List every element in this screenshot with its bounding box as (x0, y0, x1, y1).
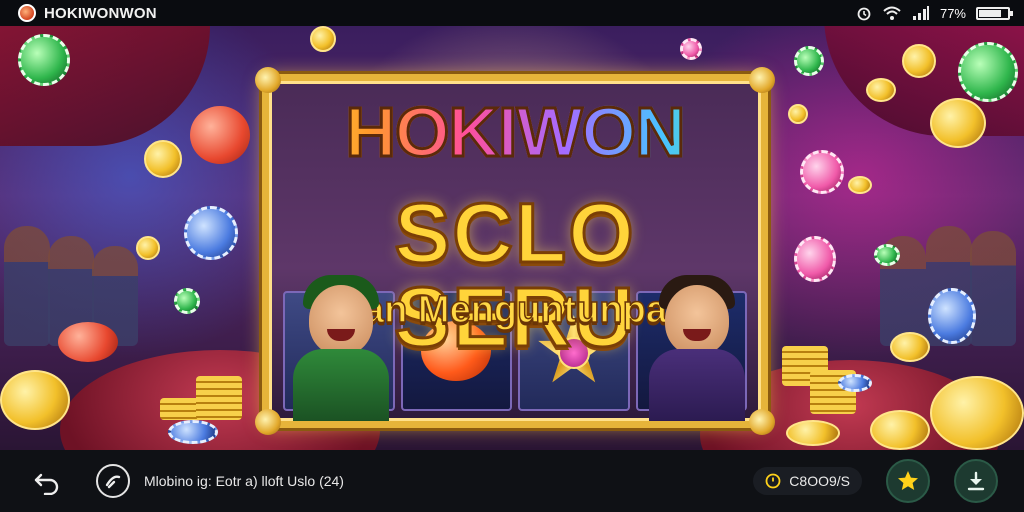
large-green-chip (958, 42, 1018, 102)
game-controller-icon[interactable] (96, 464, 130, 498)
signal-icon (912, 6, 929, 20)
battery-level (979, 9, 1001, 17)
pink-chip (794, 236, 836, 282)
star-icon (898, 471, 918, 490)
alarm-icon (857, 7, 871, 21)
small-green-chip (874, 244, 900, 266)
blue-chip (928, 288, 976, 344)
favorite-button[interactable] (886, 459, 930, 503)
gold-coin (848, 176, 872, 194)
character-left (285, 271, 397, 421)
slot-game-panel[interactable]: HOKIWON SCLO SERU dan Menguntunpan (262, 74, 768, 428)
gold-coin (890, 332, 930, 362)
gold-coin (310, 26, 336, 52)
coin-stack (196, 376, 242, 420)
frame-ornament (255, 67, 281, 93)
blue-chip-flat (168, 420, 218, 444)
pink-chip (800, 150, 844, 194)
gold-coin (870, 410, 930, 450)
timer-text: C8OO9/S (789, 473, 850, 489)
download-icon (967, 471, 985, 491)
blue-chip (184, 206, 238, 260)
frame-ornament (749, 67, 775, 93)
back-arrow-icon (34, 473, 59, 495)
app-logo-icon (18, 4, 36, 22)
status-indicators: 77% (856, 5, 1013, 21)
wifi-icon (883, 6, 901, 20)
frame-ornament (255, 409, 281, 435)
red-chip (190, 106, 250, 164)
frame-ornament (749, 409, 775, 435)
gold-coin (136, 236, 160, 260)
banner-title-hokiwon: HOKIWON (269, 96, 761, 169)
green-chip (18, 34, 70, 86)
character-right (641, 271, 753, 421)
back-button[interactable] (30, 464, 64, 498)
battery-percent: 77% (939, 5, 966, 21)
red-chip-low (58, 322, 118, 362)
battery-icon (976, 6, 1013, 20)
app-title: HOKIWONWON (44, 4, 157, 22)
pink-chip (680, 38, 702, 60)
blue-chip-flat (838, 374, 872, 392)
gold-coin (788, 104, 808, 124)
bottom-bar: Mlobino ig: Eotr a) lloft Uslo (24) C8OO… (0, 450, 1024, 512)
small-green-chip (174, 288, 200, 314)
game-info-label: Mlobino ig: Eotr a) lloft Uslo (24) (144, 473, 344, 489)
gold-coin (786, 420, 840, 446)
controller-glyph-icon (105, 475, 121, 489)
timer-badge[interactable]: C8OO9/S (753, 467, 862, 495)
gold-coin (930, 98, 986, 148)
gold-coin (144, 140, 182, 178)
background-crowd-left (0, 176, 150, 346)
green-chip (794, 46, 824, 76)
gold-coin (902, 44, 936, 78)
large-gold-coin (0, 370, 70, 430)
game-banner-scene[interactable]: HOKIWON SCLO SERU dan Menguntunpan (0, 26, 1024, 450)
download-button[interactable] (954, 459, 998, 503)
large-gold-coin (930, 376, 1024, 450)
clock-icon (765, 473, 781, 489)
status-bar: HOKIWONWON 77% (0, 0, 1024, 26)
gold-coin (866, 78, 896, 102)
